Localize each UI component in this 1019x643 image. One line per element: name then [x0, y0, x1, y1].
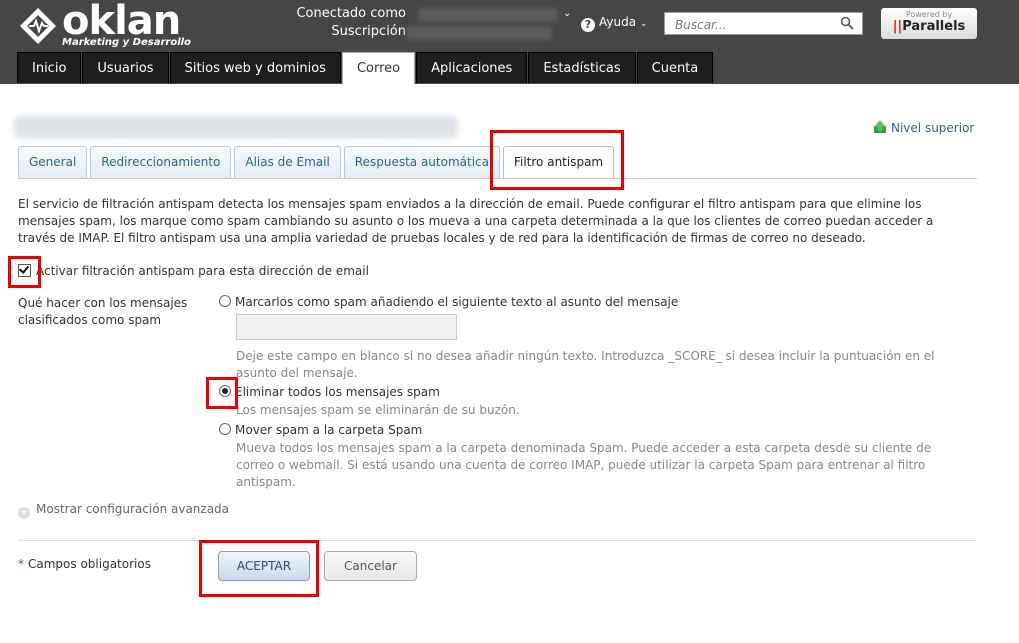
antispam-description: El servicio de filtración antispam detec…: [18, 197, 934, 245]
subject-tag-input[interactable]: [236, 314, 457, 340]
required-star: *: [18, 557, 24, 571]
connection-info: Conectado como Suscripción: [296, 5, 406, 41]
cancel-button[interactable]: Cancelar: [324, 551, 417, 581]
mark-spam-radio[interactable]: [219, 295, 231, 307]
nav-tab-correo[interactable]: Correo: [341, 52, 416, 84]
expand-icon: +: [18, 507, 30, 519]
up-arrow-icon: [874, 120, 886, 133]
up-level-label: Nivel superior: [891, 121, 975, 135]
mark-spam-label: Marcarlos como spam añadiendo el siguien…: [235, 295, 679, 309]
logo-diamond-icon: [20, 8, 56, 44]
nav-tab-sitios[interactable]: Sitios web y dominios: [169, 52, 341, 83]
delete-spam-hint: Los mensajes spam se eliminarán de su bu…: [236, 403, 520, 417]
brand-logo[interactable]: oklan Marketing y Desarrollo: [18, 0, 208, 48]
up-level-link[interactable]: Nivel superior: [873, 120, 974, 135]
move-spam-label: Mover spam a la carpeta Spam: [235, 423, 423, 437]
mark-spam-hint: Deje este campo en blanco si no desea añ…: [236, 349, 935, 380]
redacted-subscription[interactable]: [406, 26, 552, 40]
move-spam-hint: Mueva todos los mensajes spam a la carpe…: [236, 441, 932, 489]
move-spam-radio[interactable]: [219, 423, 231, 435]
advanced-settings-toggle[interactable]: + Mostrar configuración avanzada: [18, 502, 229, 519]
enable-antispam-row[interactable]: Activar filtración antispam para esta di…: [18, 264, 369, 278]
delete-spam-radio[interactable]: [219, 385, 231, 397]
help-label: Ayuda: [599, 15, 637, 29]
required-fields-label: Campos obligatorios: [28, 557, 151, 571]
tab-respuesta-automatica[interactable]: Respuesta automática: [343, 146, 500, 178]
help-menu[interactable]: ? Ayuda ⌄: [581, 15, 647, 32]
tab-redireccionamiento[interactable]: Redireccionamiento: [90, 146, 232, 178]
chevron-down-icon[interactable]: ⌄: [563, 8, 571, 19]
nav-tab-aplicaciones[interactable]: Aplicaciones: [416, 52, 528, 83]
delete-spam-label: Eliminar todos los mensajes spam: [235, 385, 440, 399]
nav-tab-estadisticas[interactable]: Estadísticas: [528, 52, 636, 83]
chevron-down-icon: ⌄: [639, 19, 648, 29]
help-icon: ?: [581, 18, 595, 32]
nav-tab-usuarios[interactable]: Usuarios: [82, 52, 169, 83]
brand-word: oklan: [62, 0, 181, 44]
search-input[interactable]: [673, 14, 837, 35]
redacted-page-title: [14, 116, 458, 138]
option-move-spam[interactable]: Mover spam a la carpeta Spam: [219, 423, 422, 437]
mailbox-tabs: General Redireccionamiento Alias de Emai…: [18, 146, 617, 179]
tab-alias-email[interactable]: Alias de Email: [234, 146, 341, 178]
redacted-user[interactable]: [418, 8, 558, 22]
tab-divider: [18, 178, 977, 179]
option-mark-spam[interactable]: Marcarlos como spam añadiendo el siguien…: [219, 295, 678, 309]
option-delete-spam[interactable]: Eliminar todos los mensajes spam: [219, 385, 440, 399]
required-fields-note: * Campos obligatorios: [18, 557, 151, 571]
brand-subtitle: Marketing y Desarrollo: [62, 37, 191, 48]
powered-by-label: Powered by: [905, 10, 953, 19]
enable-antispam-label: Activar filtración antispam para esta di…: [36, 264, 369, 278]
subscription-label: Suscripción: [331, 24, 406, 39]
tab-general[interactable]: General: [18, 146, 88, 178]
parallels-logo: ||Parallels: [892, 19, 966, 34]
parallels-badge[interactable]: Powered by ||Parallels: [881, 8, 977, 39]
connected-as-label: Conectado como: [296, 6, 406, 21]
tab-filtro-antispam[interactable]: Filtro antispam: [502, 146, 615, 179]
parallels-bars-icon: ||: [892, 19, 903, 34]
form-divider: [18, 540, 977, 541]
top-header: oklan Marketing y Desarrollo Conectado c…: [0, 0, 1019, 84]
search-icon[interactable]: [840, 16, 854, 30]
nav-tab-inicio[interactable]: Inicio: [17, 52, 82, 83]
spam-action-label: Qué hacer con los mensajes clasificados …: [18, 296, 188, 327]
accept-button[interactable]: ACEPTAR: [218, 551, 310, 581]
enable-antispam-checkbox[interactable]: [18, 264, 31, 277]
search-box[interactable]: [664, 12, 863, 35]
main-nav: Inicio Usuarios Sitios web y dominios Co…: [17, 52, 714, 84]
nav-tab-cuenta[interactable]: Cuenta: [636, 52, 714, 83]
advanced-settings-label: Mostrar configuración avanzada: [36, 502, 230, 516]
